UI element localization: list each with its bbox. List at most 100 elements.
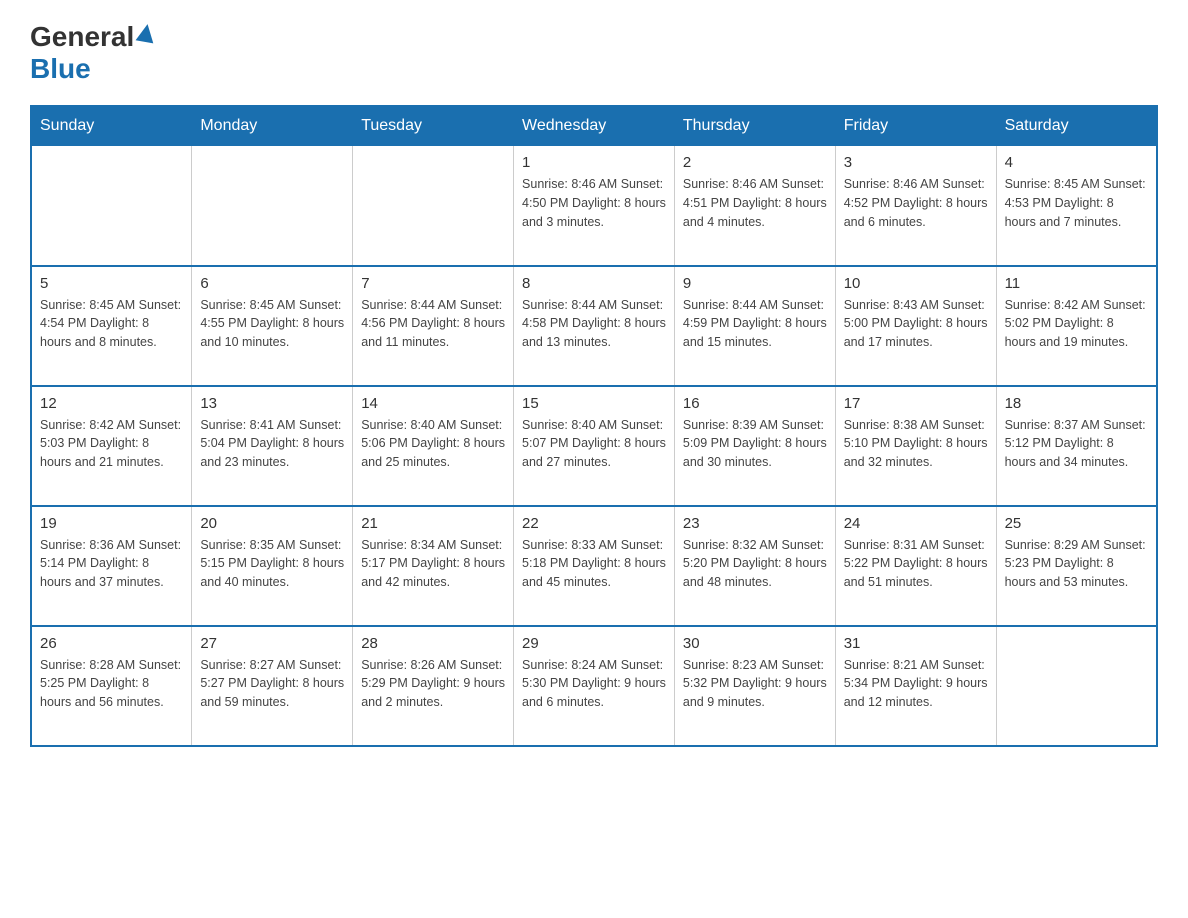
day-number: 12 bbox=[40, 395, 183, 412]
calendar-day-cell: 1 Sunrise: 8:46 AM Sunset: 4:50 PM Daylig… bbox=[514, 146, 675, 266]
calendar-day-cell: 4 Sunrise: 8:45 AM Sunset: 4:53 PM Daylig… bbox=[996, 146, 1157, 266]
weekday-header-sunday: Sunday bbox=[31, 106, 192, 146]
calendar-day-cell: 15 Sunrise: 8:40 AM Sunset: 5:07 PM Dayli… bbox=[514, 386, 675, 506]
calendar-day-cell: 16 Sunrise: 8:39 AM Sunset: 5:09 PM Dayli… bbox=[674, 386, 835, 506]
logo-general-text: General bbox=[30, 20, 134, 54]
day-number: 10 bbox=[844, 275, 988, 292]
calendar-day-cell bbox=[31, 146, 192, 266]
calendar-day-cell: 12 Sunrise: 8:42 AM Sunset: 5:03 PM Dayli… bbox=[31, 386, 192, 506]
logo-triangle-icon bbox=[136, 22, 157, 43]
calendar-day-cell: 21 Sunrise: 8:34 AM Sunset: 5:17 PM Dayli… bbox=[353, 506, 514, 626]
day-info: Sunrise: 8:27 AM Sunset: 5:27 PM Dayligh… bbox=[200, 656, 344, 712]
day-info: Sunrise: 8:21 AM Sunset: 5:34 PM Dayligh… bbox=[844, 656, 988, 712]
day-number: 20 bbox=[200, 515, 344, 532]
calendar-day-cell: 26 Sunrise: 8:28 AM Sunset: 5:25 PM Dayli… bbox=[31, 626, 192, 746]
day-info: Sunrise: 8:37 AM Sunset: 5:12 PM Dayligh… bbox=[1005, 416, 1148, 472]
day-info: Sunrise: 8:34 AM Sunset: 5:17 PM Dayligh… bbox=[361, 536, 505, 592]
calendar-day-cell: 25Sunrise: 8:29 AM Sunset: 5:23 PM Dayli… bbox=[996, 506, 1157, 626]
day-info: Sunrise: 8:44 AM Sunset: 4:58 PM Dayligh… bbox=[522, 296, 666, 352]
day-number: 21 bbox=[361, 515, 505, 532]
calendar-day-cell bbox=[353, 146, 514, 266]
calendar-day-cell: 20 Sunrise: 8:35 AM Sunset: 5:15 PM Dayli… bbox=[192, 506, 353, 626]
calendar-header: SundayMondayTuesdayWednesdayThursdayFrid… bbox=[31, 106, 1157, 146]
calendar-day-cell: 30 Sunrise: 8:23 AM Sunset: 5:32 PM Dayli… bbox=[674, 626, 835, 746]
calendar-week-row: 26 Sunrise: 8:28 AM Sunset: 5:25 PM Dayli… bbox=[31, 626, 1157, 746]
day-number: 7 bbox=[361, 275, 505, 292]
calendar-week-row: 19 Sunrise: 8:36 AM Sunset: 5:14 PM Dayli… bbox=[31, 506, 1157, 626]
day-info: Sunrise: 8:32 AM Sunset: 5:20 PM Dayligh… bbox=[683, 536, 827, 592]
calendar-week-row: 1 Sunrise: 8:46 AM Sunset: 4:50 PM Daylig… bbox=[31, 146, 1157, 266]
weekday-header-wednesday: Wednesday bbox=[514, 106, 675, 146]
day-info: Sunrise: 8:26 AM Sunset: 5:29 PM Dayligh… bbox=[361, 656, 505, 712]
weekday-header-tuesday: Tuesday bbox=[353, 106, 514, 146]
day-number: 4 bbox=[1005, 154, 1148, 171]
day-number: 1 bbox=[522, 154, 666, 171]
day-info: Sunrise: 8:45 AM Sunset: 4:53 PM Dayligh… bbox=[1005, 175, 1148, 231]
day-info: Sunrise: 8:39 AM Sunset: 5:09 PM Dayligh… bbox=[683, 416, 827, 472]
calendar-day-cell: 8 Sunrise: 8:44 AM Sunset: 4:58 PM Daylig… bbox=[514, 266, 675, 386]
weekday-header-thursday: Thursday bbox=[674, 106, 835, 146]
day-number: 8 bbox=[522, 275, 666, 292]
calendar-week-row: 12 Sunrise: 8:42 AM Sunset: 5:03 PM Dayli… bbox=[31, 386, 1157, 506]
calendar-day-cell: 17Sunrise: 8:38 AM Sunset: 5:10 PM Dayli… bbox=[835, 386, 996, 506]
calendar-day-cell: 13Sunrise: 8:41 AM Sunset: 5:04 PM Dayli… bbox=[192, 386, 353, 506]
weekday-header-saturday: Saturday bbox=[996, 106, 1157, 146]
day-info: Sunrise: 8:33 AM Sunset: 5:18 PM Dayligh… bbox=[522, 536, 666, 592]
day-info: Sunrise: 8:40 AM Sunset: 5:07 PM Dayligh… bbox=[522, 416, 666, 472]
day-number: 30 bbox=[683, 635, 827, 652]
calendar-day-cell: 19 Sunrise: 8:36 AM Sunset: 5:14 PM Dayli… bbox=[31, 506, 192, 626]
weekday-header-row: SundayMondayTuesdayWednesdayThursdayFrid… bbox=[31, 106, 1157, 146]
day-info: Sunrise: 8:46 AM Sunset: 4:50 PM Dayligh… bbox=[522, 175, 666, 231]
calendar-table: SundayMondayTuesdayWednesdayThursdayFrid… bbox=[30, 105, 1158, 747]
calendar-day-cell: 18 Sunrise: 8:37 AM Sunset: 5:12 PM Dayli… bbox=[996, 386, 1157, 506]
day-number: 18 bbox=[1005, 395, 1148, 412]
day-info: Sunrise: 8:41 AM Sunset: 5:04 PM Dayligh… bbox=[200, 416, 344, 472]
calendar-day-cell: 31 Sunrise: 8:21 AM Sunset: 5:34 PM Dayli… bbox=[835, 626, 996, 746]
day-number: 9 bbox=[683, 275, 827, 292]
day-info: Sunrise: 8:36 AM Sunset: 5:14 PM Dayligh… bbox=[40, 536, 183, 592]
calendar-day-cell: 5 Sunrise: 8:45 AM Sunset: 4:54 PM Daylig… bbox=[31, 266, 192, 386]
calendar-day-cell: 9 Sunrise: 8:44 AM Sunset: 4:59 PM Daylig… bbox=[674, 266, 835, 386]
day-number: 6 bbox=[200, 275, 344, 292]
day-info: Sunrise: 8:24 AM Sunset: 5:30 PM Dayligh… bbox=[522, 656, 666, 712]
calendar-day-cell: 29 Sunrise: 8:24 AM Sunset: 5:30 PM Dayli… bbox=[514, 626, 675, 746]
day-number: 31 bbox=[844, 635, 988, 652]
calendar-day-cell: 23 Sunrise: 8:32 AM Sunset: 5:20 PM Dayli… bbox=[674, 506, 835, 626]
day-info: Sunrise: 8:23 AM Sunset: 5:32 PM Dayligh… bbox=[683, 656, 827, 712]
day-info: Sunrise: 8:46 AM Sunset: 4:51 PM Dayligh… bbox=[683, 175, 827, 231]
day-number: 23 bbox=[683, 515, 827, 532]
day-number: 14 bbox=[361, 395, 505, 412]
day-info: Sunrise: 8:28 AM Sunset: 5:25 PM Dayligh… bbox=[40, 656, 183, 712]
calendar-day-cell: 2Sunrise: 8:46 AM Sunset: 4:51 PM Daylig… bbox=[674, 146, 835, 266]
calendar-day-cell: 27Sunrise: 8:27 AM Sunset: 5:27 PM Dayli… bbox=[192, 626, 353, 746]
day-info: Sunrise: 8:40 AM Sunset: 5:06 PM Dayligh… bbox=[361, 416, 505, 472]
day-info: Sunrise: 8:35 AM Sunset: 5:15 PM Dayligh… bbox=[200, 536, 344, 592]
day-info: Sunrise: 8:44 AM Sunset: 4:56 PM Dayligh… bbox=[361, 296, 505, 352]
calendar-day-cell: 22Sunrise: 8:33 AM Sunset: 5:18 PM Dayli… bbox=[514, 506, 675, 626]
day-info: Sunrise: 8:45 AM Sunset: 4:55 PM Dayligh… bbox=[200, 296, 344, 352]
day-info: Sunrise: 8:38 AM Sunset: 5:10 PM Dayligh… bbox=[844, 416, 988, 472]
logo-blue-text: Blue bbox=[30, 52, 91, 86]
calendar-day-cell: 24Sunrise: 8:31 AM Sunset: 5:22 PM Dayli… bbox=[835, 506, 996, 626]
day-number: 15 bbox=[522, 395, 666, 412]
calendar-day-cell: 14 Sunrise: 8:40 AM Sunset: 5:06 PM Dayli… bbox=[353, 386, 514, 506]
calendar-day-cell: 3Sunrise: 8:46 AM Sunset: 4:52 PM Daylig… bbox=[835, 146, 996, 266]
weekday-header-friday: Friday bbox=[835, 106, 996, 146]
day-info: Sunrise: 8:45 AM Sunset: 4:54 PM Dayligh… bbox=[40, 296, 183, 352]
calendar-day-cell: 11Sunrise: 8:42 AM Sunset: 5:02 PM Dayli… bbox=[996, 266, 1157, 386]
day-info: Sunrise: 8:31 AM Sunset: 5:22 PM Dayligh… bbox=[844, 536, 988, 592]
day-number: 19 bbox=[40, 515, 183, 532]
day-number: 16 bbox=[683, 395, 827, 412]
logo: General Blue bbox=[30, 20, 155, 85]
day-number: 26 bbox=[40, 635, 183, 652]
weekday-header-monday: Monday bbox=[192, 106, 353, 146]
day-info: Sunrise: 8:42 AM Sunset: 5:02 PM Dayligh… bbox=[1005, 296, 1148, 352]
day-number: 29 bbox=[522, 635, 666, 652]
calendar-day-cell: 10Sunrise: 8:43 AM Sunset: 5:00 PM Dayli… bbox=[835, 266, 996, 386]
day-number: 5 bbox=[40, 275, 183, 292]
calendar-day-cell bbox=[192, 146, 353, 266]
day-info: Sunrise: 8:42 AM Sunset: 5:03 PM Dayligh… bbox=[40, 416, 183, 472]
calendar-day-cell: 7 Sunrise: 8:44 AM Sunset: 4:56 PM Daylig… bbox=[353, 266, 514, 386]
day-info: Sunrise: 8:44 AM Sunset: 4:59 PM Dayligh… bbox=[683, 296, 827, 352]
calendar-day-cell: 28Sunrise: 8:26 AM Sunset: 5:29 PM Dayli… bbox=[353, 626, 514, 746]
